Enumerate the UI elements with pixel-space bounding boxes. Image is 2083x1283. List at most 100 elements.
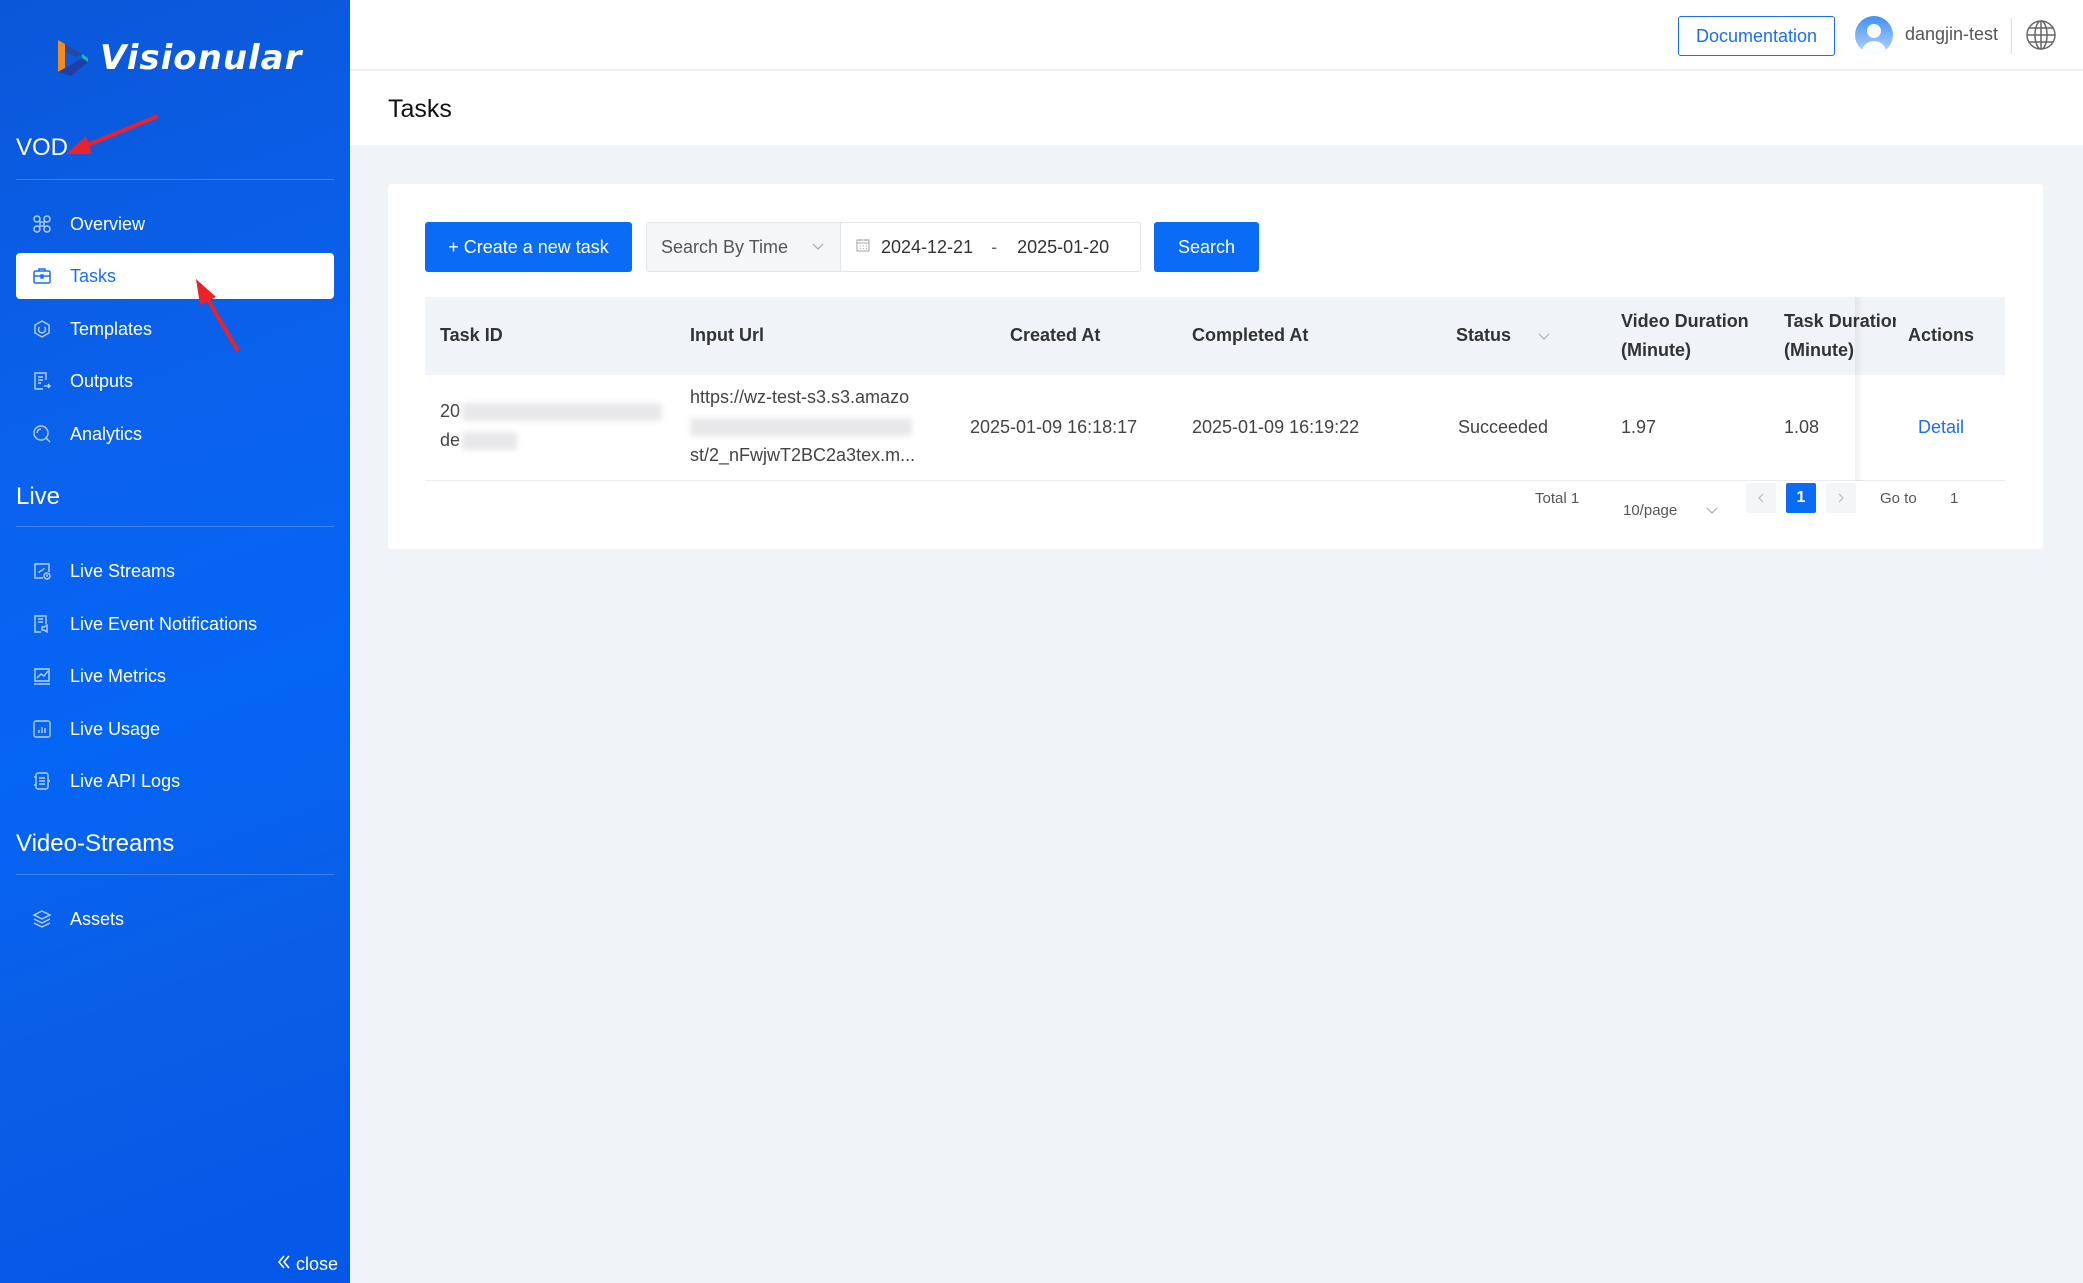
goto-input[interactable]: 1 xyxy=(1950,490,1958,530)
column-header-completed-at: Completed At xyxy=(1192,325,1309,345)
task-id-line1: 20 xyxy=(440,401,461,421)
filter-type-select[interactable]: Search By Time xyxy=(647,223,841,271)
sidebar-item-label: Live Usage xyxy=(70,718,161,739)
documentation-button[interactable]: Documentation xyxy=(1678,16,1835,56)
redacted-block xyxy=(690,418,912,437)
page-size-value: 10/page xyxy=(1623,501,1678,519)
cell-input-url: https://wz-test-s3.s3.amazo st/2_nFwjwT2… xyxy=(690,383,920,470)
sidebar-item-live-event-notifications[interactable]: Live Event Notifications xyxy=(16,601,334,647)
hexagon-icon xyxy=(32,319,52,339)
next-page-button[interactable] xyxy=(1826,483,1856,513)
chevron-down-icon xyxy=(810,238,826,259)
cell-task-id: 20 de xyxy=(440,397,663,455)
column-header-task-duration-line2: (Minute) xyxy=(1784,340,1854,360)
document-export-icon xyxy=(32,371,52,391)
redacted-block xyxy=(462,432,518,451)
sidebar-item-templates[interactable]: Templates xyxy=(16,306,334,352)
briefcase-icon xyxy=(32,266,52,286)
line-chart-icon xyxy=(32,666,52,686)
cell-completed-at: 2025-01-09 16:19:22 xyxy=(1192,417,1360,437)
bar-chart-icon xyxy=(32,719,52,739)
sidebar-item-tasks[interactable]: Tasks xyxy=(16,253,334,299)
sidebar: Visionular VOD Overview Tasks Templates … xyxy=(0,0,350,1283)
column-header-status[interactable]: Status xyxy=(1456,321,1551,350)
column-header-status-label: Status xyxy=(1456,325,1512,345)
page-title: Tasks xyxy=(388,95,452,123)
detail-link[interactable]: Detail xyxy=(1918,413,1964,442)
sidebar-item-live-usage[interactable]: Live Usage xyxy=(16,706,334,752)
sidebar-item-label: Assets xyxy=(70,908,125,929)
prev-page-button[interactable] xyxy=(1746,483,1776,513)
sidebar-item-label: Live API Logs xyxy=(70,770,181,791)
sidebar-item-analytics[interactable]: Analytics xyxy=(16,411,334,457)
filter-type-value: Search By Time xyxy=(661,236,789,257)
section-title-vod: VOD xyxy=(16,134,69,161)
command-icon xyxy=(32,214,52,234)
topbar-divider xyxy=(2011,18,2012,54)
cell-status: Succeeded xyxy=(1458,417,1549,437)
chevron-down-icon xyxy=(1705,503,1719,517)
input-url-line1: https://wz-test-s3.s3.amazo xyxy=(690,387,910,407)
date-end[interactable]: 2025-01-20 xyxy=(1017,237,1109,258)
status-filter-chevron-icon[interactable] xyxy=(1537,329,1551,343)
search-button[interactable]: Search xyxy=(1154,222,1259,272)
username[interactable]: dangjin-test xyxy=(1905,24,1998,45)
sidebar-item-label: Overview xyxy=(70,213,146,234)
sidebar-item-live-metrics[interactable]: Live Metrics xyxy=(16,653,334,699)
column-header-actions: Actions xyxy=(1908,325,1975,345)
create-task-button[interactable]: + Create a new task xyxy=(425,222,632,272)
sidebar-item-outputs[interactable]: Outputs xyxy=(16,358,334,404)
close-label: close xyxy=(295,1254,338,1274)
section-title-live: Live xyxy=(16,483,61,510)
user-silhouette-icon xyxy=(1861,24,1887,54)
cell-created-at: 2025-01-09 16:18:17 xyxy=(970,417,1138,437)
language-globe-icon[interactable] xyxy=(2024,18,2058,52)
layers-icon xyxy=(32,909,52,929)
date-range-picker[interactable]: 2024-12-21 - 2025-01-20 xyxy=(841,223,1140,271)
sidebar-item-live-api-logs[interactable]: Live API Logs xyxy=(16,758,334,804)
input-url-line3: st/2_nFwjwT2BC2a3tex.m... xyxy=(690,445,916,465)
sidebar-item-label: Tasks xyxy=(70,265,117,286)
fixed-column-shadow xyxy=(1855,297,1863,481)
column-header-task-id: Task ID xyxy=(440,325,503,345)
section-divider xyxy=(16,874,334,875)
column-header-input-url: Input Url xyxy=(690,325,764,345)
column-header-video-duration-line1: Video Duration xyxy=(1621,311,1749,331)
section-divider xyxy=(16,526,334,527)
cell-video-duration: 1.97 xyxy=(1621,417,1657,437)
sidebar-item-label: Templates xyxy=(70,318,153,339)
sidebar-item-label: Live Metrics xyxy=(70,665,167,686)
brand-logo[interactable]: Visionular xyxy=(56,38,302,78)
date-separator: - xyxy=(991,236,998,257)
brand-name: Visionular xyxy=(100,38,303,78)
cell-task-duration: 1.08 xyxy=(1784,417,1820,437)
chevron-right-icon xyxy=(1838,493,1844,503)
column-header-video-duration: Video Duration (Minute) xyxy=(1621,307,1749,365)
date-start[interactable]: 2024-12-21 xyxy=(881,237,973,258)
column-header-video-duration-line2: (Minute) xyxy=(1621,340,1691,360)
sidebar-item-label: Live Event Notifications xyxy=(70,613,258,634)
task-id-line2: de xyxy=(440,430,461,450)
page-button-1[interactable]: 1 xyxy=(1786,483,1816,513)
avatar[interactable] xyxy=(1855,16,1893,54)
magnifier-icon xyxy=(32,424,52,444)
notification-doc-icon xyxy=(32,614,52,634)
log-list-icon xyxy=(32,771,52,791)
sidebar-item-label: Live Streams xyxy=(70,560,176,581)
collapse-sidebar-button[interactable]: close xyxy=(276,1254,338,1275)
table-row: 20 de https://wz-test-s3.s3.amazo st/2_n… xyxy=(425,375,2005,481)
redacted-block xyxy=(462,403,663,422)
sidebar-item-assets[interactable]: Assets xyxy=(16,896,334,942)
sidebar-item-overview[interactable]: Overview xyxy=(16,201,334,247)
section-title-video-streams: Video-Streams xyxy=(16,830,175,857)
sidebar-item-label: Outputs xyxy=(70,370,134,391)
column-header-task-duration-line1: Task Duration xyxy=(1784,311,1896,331)
sidebar-item-live-streams[interactable]: Live Streams xyxy=(16,548,334,594)
goto-label: Go to xyxy=(1880,490,1917,507)
pagination-total: Total 1 xyxy=(1535,490,1580,507)
column-header-task-duration: Task Duration (Minute) xyxy=(1784,307,1896,365)
column-header-created-at: Created At xyxy=(1010,325,1101,345)
page-header: Tasks xyxy=(350,71,2083,145)
page-size-select[interactable]: 10/page xyxy=(1623,490,1719,530)
time-filter: Search By Time 2024-12-21 - 2025-01-20 xyxy=(646,222,1141,272)
